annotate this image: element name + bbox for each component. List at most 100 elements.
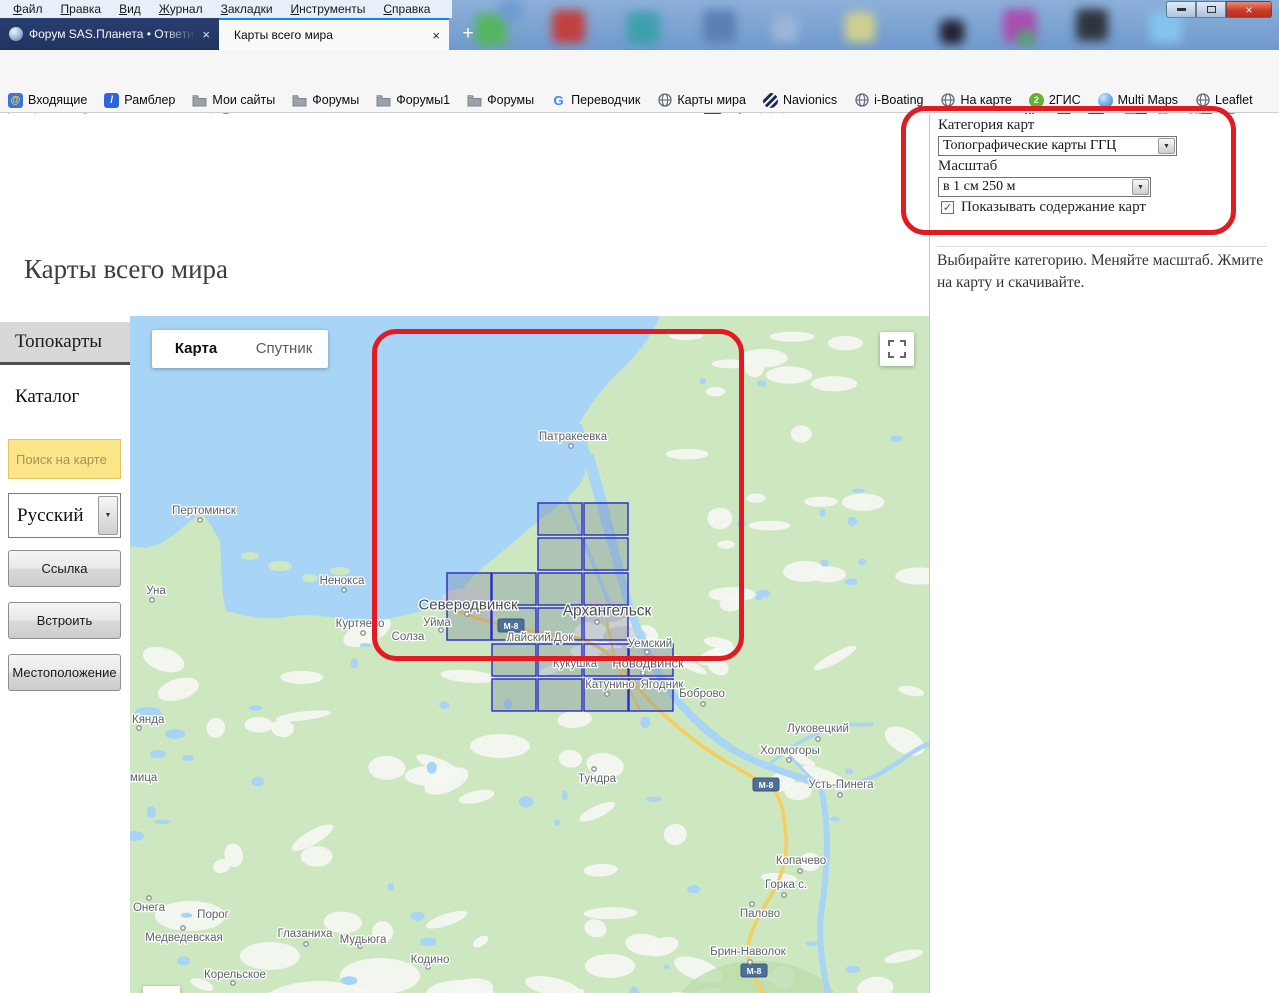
map-islet <box>302 574 318 582</box>
map-type-karta-button[interactable]: Карта <box>152 330 240 368</box>
new-tab-button[interactable]: + <box>455 21 481 47</box>
map-place-label: Онега <box>133 902 166 914</box>
bookmark-переводчик[interactable]: GПереводчик <box>551 93 640 108</box>
map-place-dot <box>342 588 346 592</box>
menu-item-журнал[interactable]: Журнал <box>150 2 212 16</box>
chevron-down-icon[interactable]: ▼ <box>1158 138 1175 154</box>
sidebar-button-встроить[interactable]: Встроить <box>8 602 121 639</box>
bookmark-карты-мира[interactable]: Карты мира <box>657 93 746 108</box>
map-zoom-control: + − <box>143 986 180 993</box>
map-lake <box>858 559 867 565</box>
tab-karty-vsego-mira[interactable]: Карты всего мира × <box>219 18 449 50</box>
map-lake <box>664 964 670 968</box>
map-place-dot <box>181 926 185 930</box>
language-select[interactable]: Русский ▼ <box>8 493 121 538</box>
bookmarks-bar: @Входящие/Рамблер Мои сайты Форумы Форумы1 Ф… <box>0 88 1279 113</box>
map-lake <box>845 578 858 585</box>
bookmark-на-карте[interactable]: На карте <box>940 93 1011 108</box>
map-place-label: Холмогоры <box>760 745 820 757</box>
bookmark-navionics[interactable]: Navionics <box>763 93 837 108</box>
map-islet <box>330 567 350 575</box>
map-type-sputnik-button[interactable]: Спутник <box>240 330 328 368</box>
bookmark-форумы[interactable]: Форумы <box>292 93 359 108</box>
chevron-down-icon[interactable]: ▼ <box>98 496 118 535</box>
map-place-dot <box>701 702 705 706</box>
map-lake <box>699 378 705 384</box>
bookmark-рамблер[interactable]: /Рамблер <box>104 93 175 108</box>
menu-item-справка[interactable]: Справка <box>374 2 439 16</box>
fullscreen-icon <box>888 340 906 358</box>
map-tile[interactable] <box>538 538 582 570</box>
tab-close-icon[interactable]: × <box>202 27 210 42</box>
map-lake <box>420 937 437 946</box>
maximize-button[interactable] <box>1196 1 1226 18</box>
folder-icon <box>292 93 307 108</box>
map-tile[interactable] <box>492 679 536 711</box>
bookmark-2гис[interactable]: 22ГИС <box>1029 93 1081 108</box>
map-clearing <box>809 566 846 582</box>
sidebar-button-ссылка[interactable]: Ссылка <box>8 550 121 587</box>
fullscreen-button[interactable] <box>880 332 914 366</box>
map-place-label: Уйма <box>423 617 451 629</box>
map-lake <box>737 519 746 528</box>
chevron-down-icon[interactable]: ▼ <box>1132 179 1149 195</box>
bookmark-входящие[interactable]: @Входящие <box>8 93 87 108</box>
map-tile[interactable] <box>538 503 582 535</box>
map-place-label: Порог <box>197 909 229 921</box>
menu-item-файл[interactable]: Файл <box>4 2 52 16</box>
bookmark-форумы[interactable]: Форумы <box>467 93 534 108</box>
menu-item-правка[interactable]: Правка <box>52 2 111 16</box>
globe-icon <box>854 93 869 108</box>
map-container[interactable]: Карта Спутник + − Google Картографически… <box>130 316 929 993</box>
close-button[interactable]: × <box>1226 1 1272 18</box>
map-canvas[interactable]: М-8М-8М-8ПатракеевкаПертоминскУнаНенокса… <box>130 316 929 993</box>
sidebar-link-catalog[interactable]: Каталог <box>15 386 79 408</box>
map-lake <box>181 913 192 918</box>
map-tile[interactable] <box>538 679 582 711</box>
bookmark-i-boating[interactable]: i-Boating <box>854 93 923 108</box>
menu-item-вид[interactable]: Вид <box>110 2 150 16</box>
minimize-button[interactable] <box>1166 1 1196 18</box>
map-place-label: Ненокса <box>320 575 365 587</box>
show-map-contents-checkbox[interactable]: ✓ <box>941 201 954 214</box>
map-lake <box>820 559 828 566</box>
map-lake <box>182 755 194 761</box>
map-lake <box>519 796 533 808</box>
bookmark-форумы1[interactable]: Форумы1 <box>376 93 450 108</box>
sidebar-button-местоположение[interactable]: Местоположение <box>8 654 121 691</box>
menu-item-закладки[interactable]: Закладки <box>212 2 282 16</box>
map-tile[interactable] <box>538 573 582 605</box>
bookmark-label: Форумы <box>487 93 534 107</box>
map-place-dot <box>595 620 599 624</box>
window-controls: × <box>1166 1 1272 18</box>
map-place-label: Медведевская <box>145 932 222 944</box>
map-tile[interactable] <box>584 573 628 605</box>
map-place-dot <box>782 893 786 897</box>
bookmark-multi-maps[interactable]: Multi Maps <box>1098 93 1178 108</box>
map-lake <box>155 820 170 824</box>
map-tile[interactable] <box>584 538 628 570</box>
menu-bar: ФайлПравкаВидЖурналЗакладкиИнструментыСп… <box>0 0 452 18</box>
bookmark-leaflet[interactable]: Leaflet <box>1195 93 1253 108</box>
zoom-in-button[interactable]: + <box>143 986 180 993</box>
tab-close-icon[interactable]: × <box>432 28 440 43</box>
map-tile[interactable] <box>492 644 536 676</box>
map-tile[interactable] <box>584 503 628 535</box>
bookmark-мои-сайты[interactable]: Мои сайты <box>192 93 275 108</box>
map-place-dot <box>787 758 791 762</box>
map-place-label: Лайский Док <box>507 632 575 644</box>
map-place-label: Кодино <box>411 954 450 966</box>
scale-select[interactable]: в 1 см 250 м ▼ <box>938 177 1151 197</box>
bookmark-label: Рамблер <box>124 93 175 107</box>
sidebar-tab-topokarty[interactable]: Топокарты <box>0 322 130 365</box>
folder-icon <box>376 93 391 108</box>
map-lake <box>756 590 770 598</box>
menu-item-инструменты[interactable]: Инструменты <box>282 2 375 16</box>
category-select[interactable]: Топографические карты ГГЦ ▼ <box>938 136 1177 156</box>
bookmark-label: Мои сайты <box>212 93 275 107</box>
search-on-map-button[interactable]: Поиск на карте <box>8 439 121 479</box>
bookmark-label: Leaflet <box>1215 93 1253 107</box>
tab-forum-sas-planeta[interactable]: Форум SAS.Планета • Ответит × <box>0 18 219 50</box>
map-type-control: Карта Спутник <box>152 330 328 368</box>
map-lake <box>341 976 358 985</box>
